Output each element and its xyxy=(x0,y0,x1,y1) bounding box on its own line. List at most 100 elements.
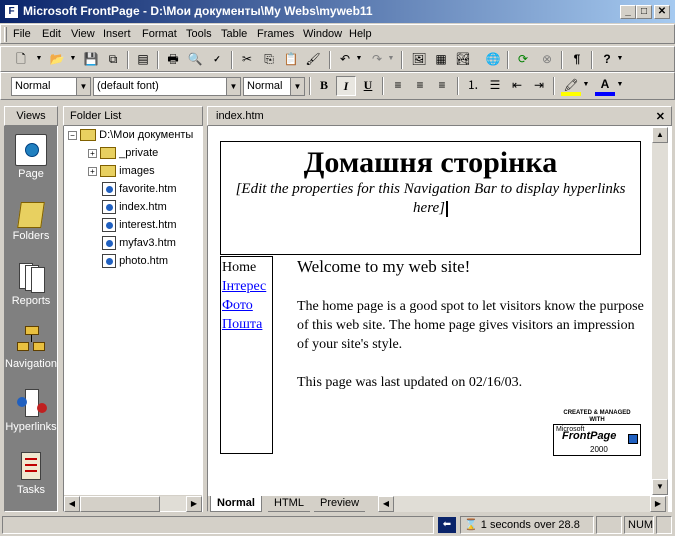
bold-icon[interactable]: B xyxy=(314,76,334,96)
nav-link-interest[interactable]: Інтерес xyxy=(222,277,272,296)
print-icon[interactable]: 🖶 xyxy=(163,50,183,70)
style-dropdown[interactable]: Normal ▼ xyxy=(11,77,91,96)
numbering-icon[interactable]: ⒈ xyxy=(463,76,483,96)
preview-in-browser-icon[interactable]: 🔍 xyxy=(185,50,205,70)
editor-hscroll-track[interactable] xyxy=(394,496,650,512)
intro-paragraph[interactable]: The home page is a good spot to let visi… xyxy=(297,297,647,354)
bullets-icon[interactable]: ☰ xyxy=(485,76,505,96)
close-document-icon[interactable]: ✕ xyxy=(656,108,665,126)
undo-icon[interactable]: ↶ xyxy=(335,50,355,70)
tab-preview[interactable]: Preview xyxy=(314,496,366,512)
increase-indent-icon[interactable]: ⇥ xyxy=(529,76,549,96)
nav-bar-placeholder[interactable]: [Edit the properties for this Navigation… xyxy=(221,180,640,218)
new-dropdown-icon[interactable]: ▼ xyxy=(33,50,45,70)
view-page[interactable]: Page xyxy=(4,134,58,180)
copy-icon[interactable]: ⎘ xyxy=(259,50,279,70)
nav-link-home[interactable]: Home xyxy=(222,258,272,277)
page-heading[interactable]: Домашня сторінка xyxy=(221,146,640,180)
help-icon[interactable]: ? xyxy=(597,50,617,70)
menu-format[interactable]: Format xyxy=(142,28,177,40)
close-button[interactable]: ✕ xyxy=(654,5,670,19)
view-folders[interactable]: Folders xyxy=(4,198,58,242)
tree-item-photo[interactable]: photo.htm xyxy=(68,252,202,270)
banner-cell[interactable]: Домашня сторінка [Edit the properties fo… xyxy=(220,141,641,255)
scroll-right-icon[interactable]: ▶ xyxy=(650,496,666,512)
publish-web-icon[interactable]: ⧉ xyxy=(103,50,123,70)
view-tasks[interactable]: Tasks xyxy=(4,450,58,496)
undo-dropdown-icon[interactable]: ▼ xyxy=(353,50,365,70)
font-color-dropdown-icon[interactable]: ▼ xyxy=(615,76,625,96)
resize-grip[interactable] xyxy=(656,516,672,534)
scroll-left-icon[interactable]: ◀ xyxy=(378,496,394,512)
align-left-icon[interactable]: ≡ xyxy=(388,76,408,96)
scroll-right-icon[interactable]: ▶ xyxy=(186,496,202,512)
underline-icon[interactable]: U xyxy=(358,76,378,96)
tree-item-interest[interactable]: interest.htm xyxy=(68,216,202,234)
left-nav-cell[interactable]: Home Інтерес Фото Пошта xyxy=(220,256,273,454)
tree-item-index[interactable]: index.htm xyxy=(68,198,202,216)
menu-edit[interactable]: Edit xyxy=(42,28,61,40)
align-center-icon[interactable]: ≡ xyxy=(410,76,430,96)
last-updated-text[interactable]: This page was last updated on 02/16/03. xyxy=(297,373,647,392)
help-dropdown-icon[interactable]: ▼ xyxy=(615,50,625,70)
menu-view[interactable]: View xyxy=(71,28,95,40)
font-color-icon[interactable]: A xyxy=(595,76,615,96)
view-reports[interactable]: Reports xyxy=(4,261,58,307)
view-hyperlinks[interactable]: Hyperlinks xyxy=(4,387,58,433)
font-dropdown[interactable]: (default font) ▼ xyxy=(93,77,241,96)
insert-component-icon[interactable]: 🖼 xyxy=(409,50,429,70)
frontpage-badge[interactable]: CREATED & MANAGED WITH Microsoft FrontPa… xyxy=(552,410,642,456)
scroll-down-icon[interactable]: ▼ xyxy=(652,479,668,495)
nav-link-mail[interactable]: Пошта xyxy=(222,315,272,334)
menu-frames[interactable]: Frames xyxy=(257,28,294,40)
maximize-button[interactable]: □ xyxy=(636,5,652,19)
editor-vscrollbar[interactable]: ▲ ▼ xyxy=(652,127,668,495)
open-dropdown-icon[interactable]: ▼ xyxy=(67,50,79,70)
new-page-icon[interactable]: 🗋 xyxy=(11,50,31,70)
menu-insert[interactable]: Insert xyxy=(103,28,131,40)
size-dropdown[interactable]: Normal ▼ xyxy=(243,77,305,96)
nav-link-photo[interactable]: Фото xyxy=(222,296,272,315)
tree-item-myfav3[interactable]: myfav3.htm xyxy=(68,234,202,252)
welcome-heading[interactable]: Welcome to my web site! xyxy=(297,257,647,277)
open-folder-icon[interactable]: 📂 xyxy=(47,50,67,70)
hyperlink-globe-icon[interactable]: 🌐 xyxy=(483,50,503,70)
insert-table-icon[interactable]: ▦ xyxy=(431,50,451,70)
tree-item-images[interactable]: + images xyxy=(68,162,202,180)
menu-table[interactable]: Table xyxy=(221,28,247,40)
minimize-button[interactable]: _ xyxy=(620,5,636,19)
tab-normal[interactable]: Normal xyxy=(210,496,262,512)
insert-picture-icon[interactable]: 🏞 xyxy=(453,50,473,70)
menu-grip[interactable] xyxy=(4,27,7,42)
tree-item-favorite[interactable]: favorite.htm xyxy=(68,180,202,198)
save-icon[interactable]: 💾 xyxy=(81,50,101,70)
align-right-icon[interactable]: ≡ xyxy=(432,76,452,96)
page-canvas[interactable]: Домашня сторінка [Edit the properties fo… xyxy=(212,127,652,495)
menu-tools[interactable]: Tools xyxy=(186,28,212,40)
highlight-dropdown-icon[interactable]: ▼ xyxy=(581,76,591,96)
menu-window[interactable]: Window xyxy=(303,28,342,40)
folder-list-icon[interactable]: ▤ xyxy=(133,50,153,70)
collapse-icon[interactable]: − xyxy=(68,130,77,140)
decrease-indent-icon[interactable]: ⇤ xyxy=(507,76,527,96)
refresh-icon[interactable]: ⟳ xyxy=(513,50,533,70)
tab-html[interactable]: HTML xyxy=(268,496,310,512)
redo-icon[interactable]: ↷ xyxy=(367,50,387,70)
menu-file[interactable]: File xyxy=(13,28,31,40)
show-all-icon[interactable]: ¶ xyxy=(567,50,587,70)
paste-icon[interactable]: 📋 xyxy=(281,50,301,70)
expand-icon[interactable]: + xyxy=(88,148,97,158)
redo-dropdown-icon[interactable]: ▼ xyxy=(385,50,397,70)
tree-root[interactable]: − D:\Мои документы xyxy=(68,126,202,144)
highlight-color-icon[interactable]: 🖍 xyxy=(561,76,581,96)
expand-icon[interactable]: + xyxy=(88,166,97,176)
spelling-icon[interactable]: ✓ xyxy=(207,50,227,70)
stop-icon[interactable]: ⊗ xyxy=(537,50,557,70)
view-navigation[interactable]: Navigation xyxy=(4,324,58,370)
italic-icon[interactable]: I xyxy=(336,76,356,96)
scroll-up-icon[interactable]: ▲ xyxy=(652,127,668,143)
folder-scroll-thumb[interactable] xyxy=(80,496,160,512)
frontpage-app-icon[interactable]: F xyxy=(4,4,19,19)
scroll-left-icon[interactable]: ◀ xyxy=(64,496,80,512)
cut-icon[interactable]: ✂ xyxy=(237,50,257,70)
